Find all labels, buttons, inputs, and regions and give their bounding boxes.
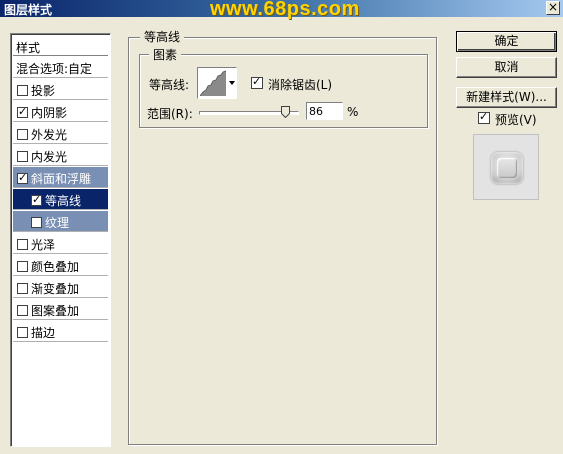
watermark: www.68ps.com <box>210 0 360 20</box>
style-item-stroke[interactable]: 描边 <box>13 321 108 342</box>
style-preview <box>473 134 539 200</box>
ok-button[interactable]: 确定 <box>456 31 557 52</box>
window-title: 图层样式 <box>4 3 53 17</box>
blend-options-label: 混合选项:自定 <box>16 62 93 76</box>
style-item-satin[interactable]: 光泽 <box>13 233 108 254</box>
anti-alias-checkbox[interactable] <box>251 75 263 89</box>
chevron-down-icon[interactable] <box>229 81 235 85</box>
style-item-inner-shadow[interactable]: 内阴影 <box>13 101 108 122</box>
range-label: 范围(R): <box>147 107 193 121</box>
checkbox[interactable] <box>17 151 28 162</box>
style-item-drop-shadow[interactable]: 投影 <box>13 79 108 100</box>
style-item-label: 内发光 <box>31 150 68 164</box>
range-input[interactable]: 86 <box>306 102 343 120</box>
style-list: 样式 混合选项:自定 投影 内阴影 外发光 内发光 斜面和浮雕 等高线 纹理 光… <box>10 33 111 447</box>
new-style-button[interactable]: 新建样式(W)... <box>456 87 557 108</box>
checkbox[interactable] <box>17 261 28 272</box>
slider-thumb-icon[interactable] <box>281 106 290 118</box>
checkbox-checked[interactable] <box>17 105 28 118</box>
cancel-button[interactable]: 取消 <box>456 57 557 78</box>
style-item-label: 投影 <box>31 84 56 98</box>
style-item-bevel-emboss[interactable]: 斜面和浮雕 <box>13 167 108 188</box>
style-item-label: 斜面和浮雕 <box>31 172 92 186</box>
contour-picker[interactable] <box>197 67 237 99</box>
style-item-label: 颜色叠加 <box>31 260 80 274</box>
style-item-label: 描边 <box>31 326 56 340</box>
checkbox[interactable] <box>31 217 42 228</box>
close-icon[interactable]: × <box>546 1 560 15</box>
preview-label: 预览(V) <box>495 113 537 127</box>
style-item-gradient-overlay[interactable]: 渐变叠加 <box>13 277 108 298</box>
checkbox[interactable] <box>17 283 28 294</box>
anti-alias-label: 消除锯齿(L) <box>268 78 333 92</box>
style-item-label: 渐变叠加 <box>31 282 80 296</box>
checkbox[interactable] <box>17 85 28 96</box>
title-bar: 图层样式 www.68ps.com × <box>0 0 563 20</box>
style-item-color-overlay[interactable]: 颜色叠加 <box>13 255 108 276</box>
style-list-header[interactable]: 样式 <box>13 36 108 56</box>
checkbox-checked[interactable] <box>17 171 28 184</box>
elements-group-title: 图素 <box>149 46 182 63</box>
style-item-label: 图案叠加 <box>31 304 80 318</box>
style-item-contour[interactable]: 等高线 <box>13 189 108 210</box>
style-item-label: 内阴影 <box>31 106 68 120</box>
checkbox[interactable] <box>17 305 28 316</box>
style-item-label: 等高线 <box>45 194 82 208</box>
style-item-pattern-overlay[interactable]: 图案叠加 <box>13 299 108 320</box>
range-unit: % <box>347 105 359 119</box>
style-item-label: 光泽 <box>31 238 56 252</box>
style-item-outer-glow[interactable]: 外发光 <box>13 123 108 144</box>
contour-group-title: 等高线 <box>140 28 185 45</box>
checkbox[interactable] <box>17 129 28 140</box>
preview-thumbnail <box>491 152 523 184</box>
style-item-label: 纹理 <box>45 216 70 230</box>
preview-checkbox[interactable] <box>478 110 490 124</box>
contour-label: 等高线: <box>149 78 190 92</box>
checkbox[interactable] <box>17 239 28 250</box>
checkbox[interactable] <box>17 327 28 338</box>
style-item-inner-glow[interactable]: 内发光 <box>13 145 108 166</box>
contour-curve-icon <box>200 70 227 96</box>
style-item-texture[interactable]: 纹理 <box>13 211 108 232</box>
checkbox-checked[interactable] <box>31 193 42 206</box>
style-item-label: 外发光 <box>31 128 68 142</box>
blend-options-item[interactable]: 混合选项:自定 <box>13 57 108 78</box>
